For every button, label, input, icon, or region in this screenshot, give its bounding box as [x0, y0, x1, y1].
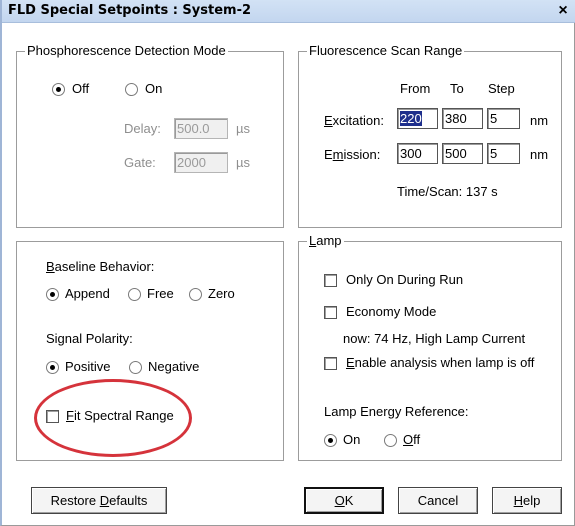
emission-to-input[interactable]: 500 [442, 143, 483, 164]
energy-on-label[interactable]: On [343, 432, 360, 447]
enable-analysis-checkbox[interactable] [324, 357, 337, 370]
gate-unit: µs [236, 155, 250, 170]
setpoints-dialog: FLD Special Setpoints : System-2 × Phosp… [0, 0, 575, 526]
cancel-button[interactable]: Cancel [398, 487, 478, 514]
polarity-negative-label[interactable]: Negative [148, 359, 199, 374]
emission-label: Emission: [324, 147, 381, 162]
baseline-zero-label[interactable]: Zero [208, 286, 235, 301]
polarity-label: Signal Polarity: [46, 331, 133, 346]
economy-note: now: 74 Hz, High Lamp Current [343, 331, 526, 346]
delay-input[interactable]: 500.0 [174, 118, 228, 139]
emission-from-input[interactable]: 300 [397, 143, 438, 164]
gate-label: Gate: [124, 155, 156, 170]
lamp-group-title: Lamp [307, 233, 344, 248]
only-on-during-run-label[interactable]: Only On During Run [346, 272, 463, 287]
window-title: FLD Special Setpoints : System-2 [8, 3, 252, 18]
highlight-circle [34, 379, 192, 457]
help-button[interactable]: Help [492, 487, 562, 514]
title-bar: FLD Special Setpoints : System-2 × [2, 0, 575, 23]
energy-off-radio[interactable] [384, 434, 397, 447]
delay-unit: µs [236, 121, 250, 136]
energy-on-radio[interactable] [324, 434, 337, 447]
economy-mode-label[interactable]: Economy Mode [346, 304, 436, 319]
baseline-free-radio[interactable] [128, 288, 141, 301]
time-per-scan: Time/Scan: 137 s [397, 184, 498, 199]
excitation-to-input[interactable]: 380 [442, 108, 483, 129]
baseline-append-radio[interactable] [46, 288, 59, 301]
close-icon[interactable]: × [554, 2, 572, 20]
col-to-header: To [450, 81, 464, 96]
col-step-header: Step [488, 81, 515, 96]
phosphorescence-off-label[interactable]: Off [72, 81, 89, 96]
excitation-unit: nm [530, 113, 549, 128]
excitation-step-input[interactable]: 5 [487, 108, 520, 129]
excitation-label: Excitation: [324, 113, 384, 128]
polarity-positive-label[interactable]: Positive [65, 359, 111, 374]
restore-defaults-button[interactable]: Restore Defaults [31, 487, 167, 514]
polarity-positive-radio[interactable] [46, 361, 59, 374]
polarity-negative-radio[interactable] [129, 361, 142, 374]
baseline-free-label[interactable]: Free [147, 286, 174, 301]
baseline-label: Baseline Behavior: [46, 259, 155, 274]
emission-step-input[interactable]: 5 [487, 143, 520, 164]
only-on-during-run-checkbox[interactable] [324, 274, 337, 287]
baseline-zero-radio[interactable] [189, 288, 202, 301]
phosphorescence-on-radio[interactable] [125, 83, 138, 96]
col-from-header: From [400, 81, 431, 96]
ok-button[interactable]: OK [304, 487, 384, 514]
baseline-append-label[interactable]: Append [65, 286, 110, 301]
economy-mode-checkbox[interactable] [324, 306, 337, 319]
phosphorescence-group: Phosphorescence Detection Mode [16, 43, 284, 228]
phosphorescence-on-label[interactable]: On [145, 81, 162, 96]
energy-off-label[interactable]: Off [403, 432, 420, 447]
delay-label: Delay: [124, 121, 161, 136]
emission-unit: nm [530, 147, 549, 162]
scan-range-group-title: Fluorescence Scan Range [307, 43, 465, 58]
excitation-from-value: 220 [400, 111, 422, 126]
lamp-energy-reference-label: Lamp Energy Reference: [324, 404, 469, 419]
excitation-from-input[interactable]: 220 [397, 108, 438, 129]
phosphorescence-group-title: Phosphorescence Detection Mode [25, 43, 228, 58]
scan-range-group: Fluorescence Scan Range [298, 43, 562, 228]
enable-analysis-label[interactable]: Enable analysis when lamp is off [346, 355, 534, 370]
gate-input[interactable]: 2000 [174, 152, 228, 173]
phosphorescence-off-radio[interactable] [52, 83, 65, 96]
